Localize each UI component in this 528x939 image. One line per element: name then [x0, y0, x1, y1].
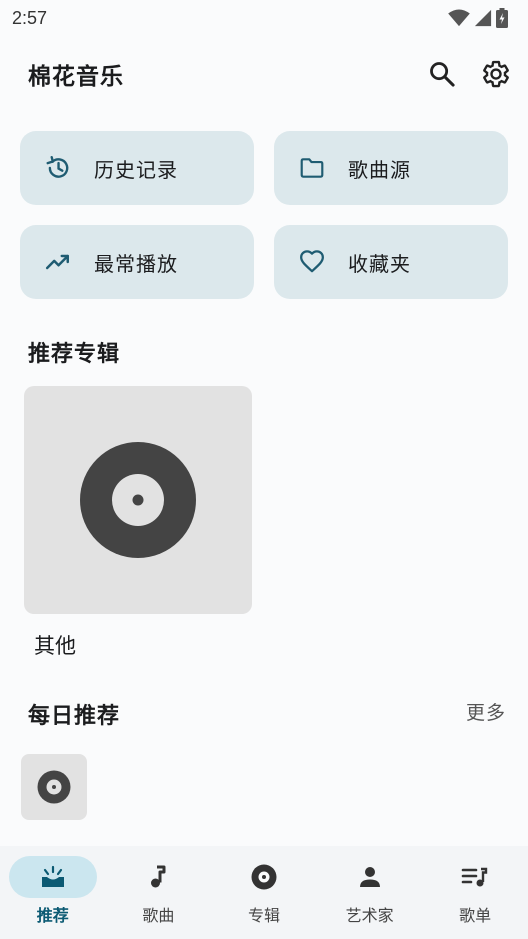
music-note-icon	[151, 865, 166, 888]
nav-recommend-label: 推荐	[36, 906, 69, 925]
quick-actions-grid: 历史记录 歌曲源 最常播放 收藏夹	[20, 131, 509, 299]
battery-icon	[496, 8, 508, 28]
recommended-albums-title: 推荐专辑	[28, 342, 121, 367]
folder-icon	[298, 154, 326, 182]
settings-button[interactable]	[480, 58, 512, 90]
nav-artists[interactable]: 艺术家	[317, 846, 423, 939]
playlist-icon	[461, 867, 488, 887]
vinyl-disc-icon	[80, 442, 196, 558]
nav-playlists-label: 歌单	[459, 906, 492, 925]
wifi-icon	[448, 9, 470, 27]
song-source-label: 歌曲源	[348, 157, 411, 182]
signal-icon	[474, 9, 492, 27]
status-bar: 2:57	[0, 0, 528, 36]
album-icon	[251, 864, 277, 890]
recommend-icon	[41, 865, 64, 887]
daily-song-thumb[interactable]	[21, 754, 87, 820]
bottom-navigation: 推荐 歌曲 专辑 艺术家 歌单	[0, 846, 528, 939]
search-icon	[430, 62, 455, 87]
more-link[interactable]: 更多	[466, 698, 506, 725]
status-icons	[448, 8, 508, 28]
nav-artists-label: 艺术家	[345, 906, 394, 925]
most-played-label: 最常播放	[94, 251, 178, 276]
search-button[interactable]	[426, 58, 458, 90]
nav-albums[interactable]: 专辑	[211, 846, 317, 939]
app-title: 棉花音乐	[28, 64, 124, 90]
trending-up-icon	[44, 248, 72, 276]
nav-playlists[interactable]: 歌单	[422, 846, 528, 939]
app-actions	[426, 58, 512, 90]
status-time: 2:57	[12, 7, 48, 28]
person-icon	[359, 867, 380, 887]
app-bar: 棉花音乐	[0, 50, 528, 98]
nav-active-indicator	[8, 856, 97, 898]
song-source-card[interactable]: 歌曲源	[274, 131, 508, 205]
history-card[interactable]: 历史记录	[20, 131, 254, 205]
favorites-card[interactable]: 收藏夹	[274, 225, 508, 299]
album-name: 其他	[34, 634, 76, 658]
nav-recommend[interactable]: 推荐	[0, 846, 106, 939]
heart-icon	[298, 248, 326, 276]
history-icon	[44, 154, 72, 182]
album-card[interactable]: 其他	[24, 386, 252, 660]
nav-songs[interactable]: 歌曲	[106, 846, 212, 939]
history-label: 历史记录	[94, 157, 178, 182]
vinyl-disc-icon	[37, 770, 71, 804]
nav-albums-label: 专辑	[247, 906, 280, 925]
nav-songs-label: 歌曲	[142, 906, 175, 925]
album-cover	[24, 386, 252, 614]
daily-recommend-title: 每日推荐	[28, 704, 121, 729]
gear-icon	[483, 60, 509, 88]
most-played-card[interactable]: 最常播放	[20, 225, 254, 299]
favorites-label: 收藏夹	[348, 251, 411, 276]
